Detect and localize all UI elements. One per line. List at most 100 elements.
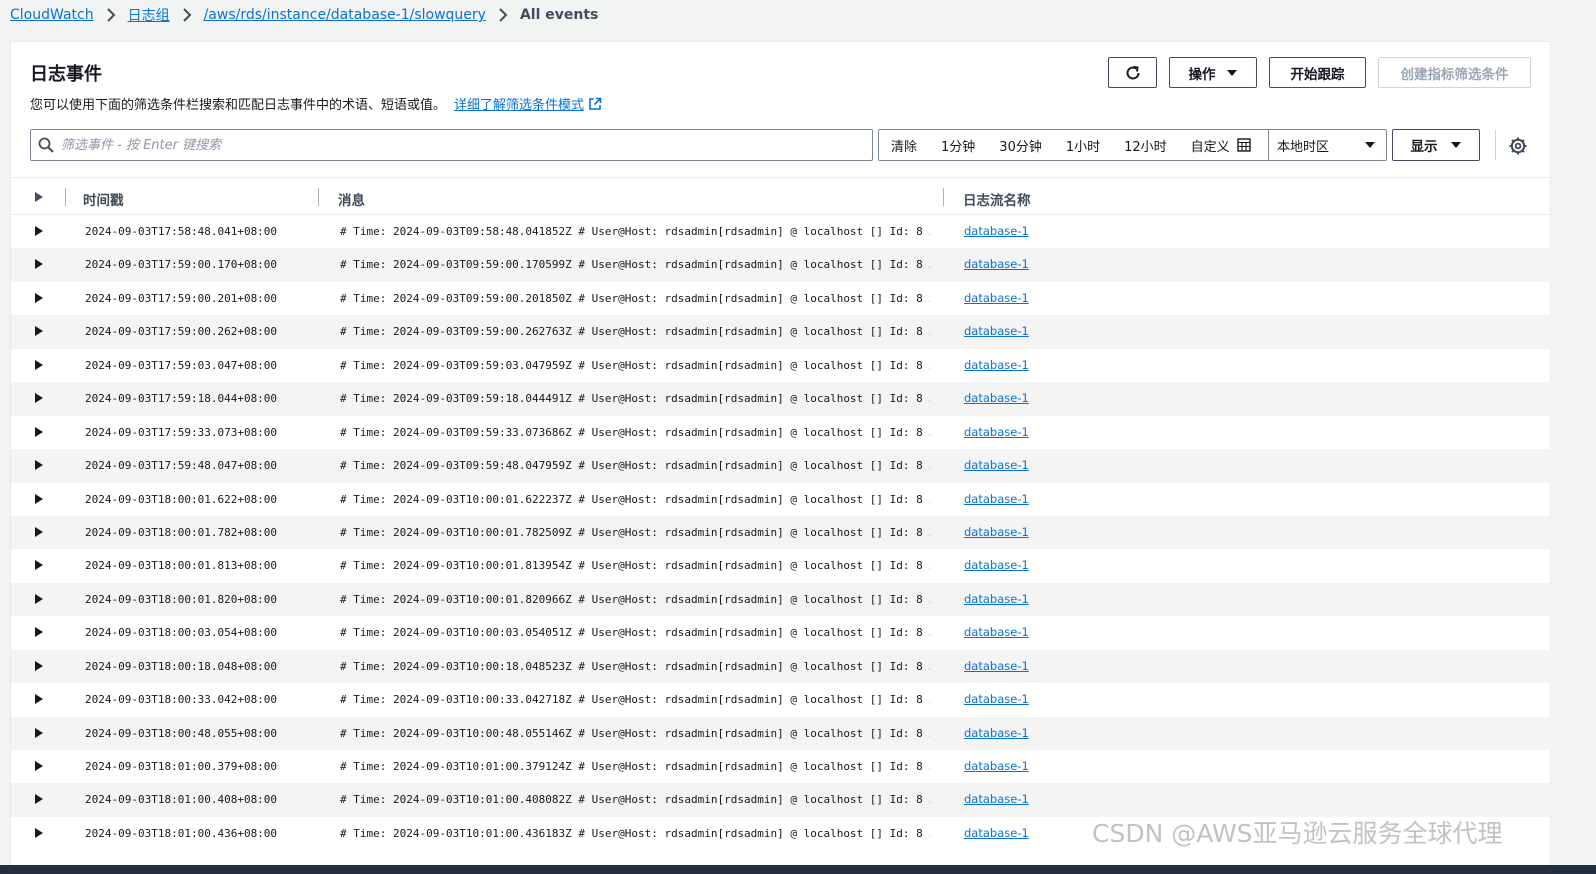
actions-label: 操作 <box>1188 66 1216 83</box>
breadcrumb-log-group-path[interactable]: /aws/rds/instance/database-1/slowquery <box>204 7 486 23</box>
log-stream-link[interactable]: database-1 <box>964 759 1029 773</box>
column-header-message[interactable]: 消息 <box>338 189 365 209</box>
table-row[interactable]: 2024-09-03T17:59:33.073+08:00 # Time: 202… <box>11 416 1551 449</box>
expand-row-icon[interactable] <box>32 826 46 840</box>
log-stream-link[interactable]: database-1 <box>964 792 1029 806</box>
table-row[interactable]: 2024-09-03T18:00:01.622+08:00 # Time: 202… <box>11 483 1551 516</box>
expand-row-icon[interactable] <box>32 759 46 773</box>
range-1h[interactable]: 1小时 <box>1054 130 1112 160</box>
create-metric-filter-button[interactable]: 创建指标筛选条件 <box>1378 57 1531 88</box>
timestamp-cell: 2024-09-03T18:00:33.042+08:00 <box>85 693 278 707</box>
log-stream-link[interactable]: database-1 <box>964 525 1029 539</box>
log-stream-link[interactable]: database-1 <box>964 425 1029 439</box>
log-stream-link[interactable]: database-1 <box>964 659 1029 673</box>
range-1m[interactable]: 1分钟 <box>929 130 987 160</box>
expand-row-icon[interactable] <box>32 391 46 405</box>
message-cell: # Time: 2024-09-03T09:59:03.047959Z # Us… <box>340 358 930 372</box>
table-row[interactable]: 2024-09-03T17:59:00.262+08:00 # Time: 202… <box>11 315 1551 349</box>
column-header-log-stream[interactable]: 日志流名称 <box>963 189 1031 209</box>
expand-row-icon[interactable] <box>32 525 46 539</box>
learn-more-label: 详细了解筛选条件模式 <box>454 98 585 113</box>
log-stream-link[interactable]: database-1 <box>964 592 1029 606</box>
expand-all-icon[interactable] <box>33 191 45 203</box>
table-row[interactable]: 2024-09-03T17:59:03.047+08:00 # Time: 202… <box>11 349 1551 382</box>
range-30m[interactable]: 30分钟 <box>987 130 1054 160</box>
caret-down-icon <box>1450 142 1461 148</box>
expand-row-icon[interactable] <box>32 692 46 706</box>
expand-row-icon[interactable] <box>32 592 46 606</box>
log-stream-link[interactable]: database-1 <box>964 726 1029 740</box>
bottom-bar <box>0 865 1596 874</box>
log-stream-link[interactable]: database-1 <box>964 692 1029 706</box>
timestamp-cell: 2024-09-03T17:59:03.047+08:00 <box>85 358 278 372</box>
log-stream-link[interactable]: database-1 <box>964 458 1029 472</box>
expand-row-icon[interactable] <box>32 224 46 238</box>
search-icon <box>31 137 61 153</box>
table-row[interactable]: 2024-09-03T18:00:01.820+08:00 # Time: 202… <box>11 582 1551 617</box>
start-tailing-button[interactable]: 开始跟踪 <box>1269 57 1366 88</box>
message-cell: # Time: 2024-09-03T09:59:33.073686Z # Us… <box>340 425 930 439</box>
expand-row-icon[interactable] <box>32 726 46 740</box>
expand-row-icon[interactable] <box>32 625 46 639</box>
caret-down-icon <box>1365 142 1375 148</box>
expand-row-icon[interactable] <box>32 324 46 338</box>
table-row[interactable]: 2024-09-03T18:01:00.408+08:00 # Time: 202… <box>11 783 1551 817</box>
learn-more-link[interactable]: 详细了解筛选条件模式 <box>454 94 602 113</box>
table-row[interactable]: 2024-09-03T18:00:33.042+08:00 # Time: 202… <box>11 683 1551 716</box>
log-stream-link[interactable]: database-1 <box>964 492 1029 506</box>
refresh-button[interactable] <box>1108 57 1157 88</box>
expand-row-icon[interactable] <box>32 558 46 572</box>
log-stream-link[interactable]: database-1 <box>964 324 1029 338</box>
table-row[interactable]: 2024-09-03T18:01:00.379+08:00 # Time: 202… <box>11 750 1551 783</box>
breadcrumb-cloudwatch[interactable]: CloudWatch <box>10 7 94 23</box>
table-row[interactable]: 2024-09-03T18:00:01.813+08:00 # Time: 202… <box>11 549 1551 582</box>
table-row[interactable]: 2024-09-03T18:00:03.054+08:00 # Time: 202… <box>11 616 1551 649</box>
log-stream-link[interactable]: database-1 <box>964 558 1029 572</box>
table-row[interactable]: 2024-09-03T18:00:01.782+08:00 # Time: 202… <box>11 515 1551 550</box>
log-stream-link[interactable]: database-1 <box>964 358 1029 372</box>
log-stream-link[interactable]: database-1 <box>964 291 1029 305</box>
log-stream-link[interactable]: database-1 <box>964 826 1029 840</box>
expand-row-icon[interactable] <box>32 291 46 305</box>
column-header-timestamp[interactable]: 时间戳 <box>83 189 124 209</box>
filter-events-input[interactable] <box>61 137 861 153</box>
message-cell: # Time: 2024-09-03T10:00:18.048523Z # Us… <box>340 659 930 673</box>
display-button[interactable]: 显示 <box>1392 129 1480 161</box>
table-row[interactable]: 2024-09-03T17:59:00.201+08:00 # Time: 202… <box>11 282 1551 315</box>
timestamp-cell: 2024-09-03T18:01:00.379+08:00 <box>85 760 278 773</box>
log-events-panel: 日志事件 您可以使用下面的筛选条件栏搜索和匹配日志事件中的术语、短语或值。 详细… <box>10 41 1551 874</box>
expand-row-icon[interactable] <box>32 458 46 472</box>
log-stream-link[interactable]: database-1 <box>964 224 1029 238</box>
expand-row-icon[interactable] <box>32 659 46 673</box>
filter-search-box <box>30 129 873 161</box>
message-cell: # Time: 2024-09-03T10:00:01.622237Z # Us… <box>340 492 930 506</box>
breadcrumb: CloudWatch 日志组 /aws/rds/instance/databas… <box>10 5 598 25</box>
log-stream-link[interactable]: database-1 <box>964 625 1029 639</box>
log-stream-link[interactable]: database-1 <box>964 257 1029 271</box>
timezone-select[interactable]: 本地时区 <box>1268 130 1386 160</box>
range-12h[interactable]: 12小时 <box>1112 130 1179 160</box>
table-row[interactable]: 2024-09-03T17:59:18.044+08:00 # Time: 202… <box>11 382 1551 416</box>
timestamp-cell: 2024-09-03T17:59:48.047+08:00 <box>85 459 278 473</box>
table-row[interactable]: 2024-09-03T18:00:48.055+08:00 # Time: 202… <box>11 716 1551 750</box>
expand-row-icon[interactable] <box>32 358 46 372</box>
external-link-icon <box>589 97 602 110</box>
expand-row-icon[interactable] <box>32 792 46 806</box>
log-events-table: 时间戳 消息 日志流名称 2024-09-03T17:58:48.041+08:… <box>11 177 1551 850</box>
display-label: 显示 <box>1410 139 1438 155</box>
range-custom[interactable]: 自定义 <box>1179 130 1263 160</box>
table-row[interactable]: 2024-09-03T17:59:48.047+08:00 # Time: 202… <box>11 449 1551 483</box>
actions-button[interactable]: 操作 <box>1169 57 1257 88</box>
breadcrumb-log-groups[interactable]: 日志组 <box>128 5 170 25</box>
log-stream-link[interactable]: database-1 <box>964 391 1029 405</box>
expand-row-icon[interactable] <box>32 257 46 271</box>
table-row[interactable]: 2024-09-03T17:59:00.170+08:00 # Time: 202… <box>11 248 1551 282</box>
message-cell: # Time: 2024-09-03T09:59:00.262763Z # Us… <box>340 325 930 339</box>
table-row[interactable]: 2024-09-03T18:00:18.048+08:00 # Time: 202… <box>11 649 1551 684</box>
expand-row-icon[interactable] <box>32 425 46 439</box>
message-cell: # Time: 2024-09-03T09:58:48.041852Z # Us… <box>340 225 930 238</box>
expand-row-icon[interactable] <box>32 492 46 506</box>
table-row[interactable]: 2024-09-03T17:58:48.041+08:00 # Time: 202… <box>11 215 1551 248</box>
clear-button[interactable]: 清除 <box>879 130 929 160</box>
settings-gear-icon[interactable] <box>1508 136 1528 156</box>
